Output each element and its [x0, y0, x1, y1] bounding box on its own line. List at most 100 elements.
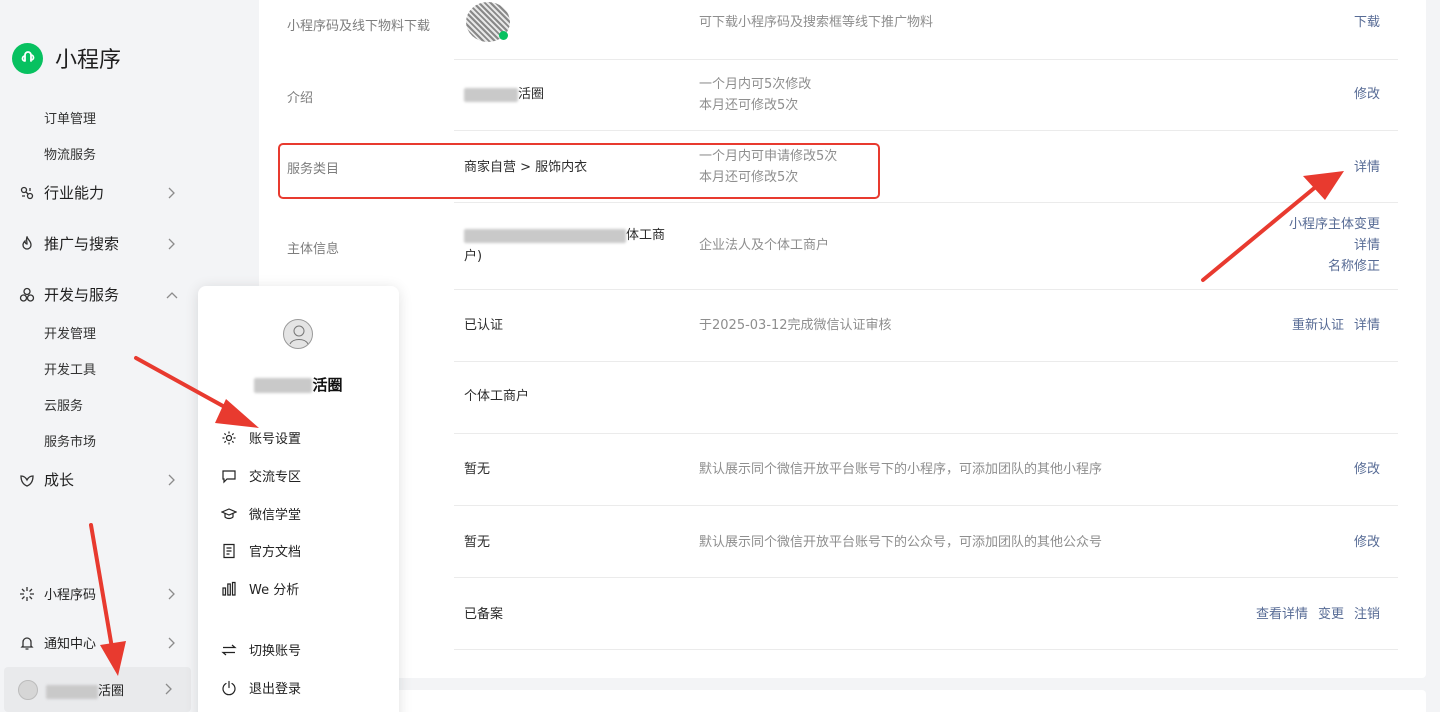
bar-chart-icon	[220, 580, 237, 597]
row-related-official-accounts: 暂无 默认展示同个微信开放平台账号下的公众号，可添加团队的其他公众号 修改	[259, 506, 1426, 577]
row-certification: 已认证 于2025-03-12完成微信认证审核 重新认证 详情	[259, 290, 1426, 361]
row-subject-type: 个体工商户	[259, 362, 1426, 433]
account-switcher[interactable]: 活圈	[4, 667, 191, 712]
menu-item-label: We 分析	[249, 583, 300, 598]
avatar	[18, 679, 38, 700]
menu-item-docs[interactable]: 官方文档	[220, 541, 301, 560]
graduation-cap-icon	[220, 505, 237, 522]
sidebar-group-growth[interactable]: 成长	[18, 469, 178, 490]
certification-detail-link[interactable]: 详情	[1354, 318, 1380, 333]
sidebar-group-industry[interactable]: 行业能力	[18, 182, 178, 203]
sidebar-item-order-management[interactable]: 订单管理	[44, 108, 96, 127]
secondary-card	[259, 690, 1426, 712]
chat-icon	[220, 467, 237, 484]
row-label: 主体信息	[287, 242, 340, 257]
certification-actions: 重新认证 详情	[1282, 315, 1380, 336]
subject-desc: 企业法人及个体工商户	[699, 238, 830, 253]
row-label: 小程序码及线下物料下载	[287, 19, 431, 34]
sidebar-item-miniprogram-code[interactable]: 小程序码	[18, 584, 178, 603]
chevron-up-icon	[166, 289, 178, 301]
avatar	[283, 319, 313, 349]
subject-value: 体工商 户)	[464, 228, 666, 264]
name-correction-link[interactable]: 名称修正	[1289, 256, 1380, 277]
download-link[interactable]: 下载	[1354, 12, 1380, 33]
app-title: 小程序	[55, 48, 122, 73]
filing-change-link[interactable]: 变更	[1318, 607, 1344, 622]
certification-value: 已认证	[464, 318, 504, 333]
sidebar-item-logistics[interactable]: 物流服务	[44, 144, 96, 163]
subject-actions: 小程序主体变更 详情 名称修正	[1289, 214, 1380, 277]
account-popup-menu: 活圈 账号设置 交流专区 微信学堂 官方文档 We 分析 切换账号 退出登录	[198, 286, 399, 712]
qrcode-badge-icon	[499, 31, 508, 40]
sidebar-item-label: 通知中心	[44, 637, 97, 652]
chevron-right-icon	[166, 637, 178, 649]
dev-service-icon	[18, 286, 36, 304]
row-qrcode: 小程序码及线下物料下载 可下载小程序码及搜索框等线下推广物料 下载	[259, 0, 1426, 59]
certification-desc: 于2025-03-12完成微信认证审核	[699, 318, 892, 333]
chevron-right-icon	[166, 238, 178, 250]
menu-item-label: 退出登录	[249, 682, 302, 697]
bell-icon	[18, 634, 36, 652]
sidebar-group-label: 开发与服务	[44, 286, 120, 304]
filing-actions: 查看详情 变更 注销	[1246, 604, 1380, 625]
sidebar-group-label: 推广与搜索	[44, 235, 120, 253]
filing-cancel-link[interactable]: 注销	[1354, 607, 1380, 622]
menu-item-account-settings[interactable]: 账号设置	[220, 428, 301, 447]
menu-item-logout[interactable]: 退出登录	[220, 678, 301, 697]
intro-desc: 一个月内可5次修改 本月还可修改5次	[699, 77, 812, 113]
related-miniprograms-edit-link[interactable]: 修改	[1354, 459, 1380, 480]
miniprogram-logo-icon	[12, 42, 43, 74]
filing-value: 已备案	[464, 607, 504, 622]
menu-item-label: 交流专区	[249, 470, 302, 485]
subject-type-value: 个体工商户	[464, 389, 530, 404]
related-official-accounts-desc: 默认展示同个微信开放平台账号下的公众号，可添加团队的其他公众号	[699, 535, 1103, 550]
growth-icon	[18, 471, 36, 489]
recertify-link[interactable]: 重新认证	[1292, 318, 1344, 333]
category-detail-link[interactable]: 详情	[1354, 157, 1380, 178]
row-label: 介绍	[287, 91, 314, 106]
intro-value: 活圈	[464, 84, 694, 105]
popup-account-name: 活圈	[198, 374, 399, 395]
sidebar-group-label: 成长	[44, 471, 75, 489]
related-miniprograms-desc: 默认展示同个微信开放平台账号下的小程序，可添加团队的其他小程序	[699, 462, 1103, 477]
menu-item-community[interactable]: 交流专区	[220, 466, 301, 485]
sidebar-item-dev-tools[interactable]: 开发工具	[44, 359, 96, 378]
subject-detail-link[interactable]: 详情	[1289, 235, 1380, 256]
sidebar-group-promotion[interactable]: 推广与搜索	[18, 233, 178, 254]
sidebar-item-service-market[interactable]: 服务市场	[44, 431, 96, 450]
chevron-right-icon	[166, 187, 178, 199]
sparkle-icon	[18, 585, 36, 603]
sidebar-item-dev-management[interactable]: 开发管理	[44, 323, 96, 342]
power-icon	[220, 679, 237, 696]
gear-icon	[220, 429, 237, 446]
sidebar-group-label: 行业能力	[44, 184, 105, 202]
account-name: 活圈	[46, 680, 165, 699]
menu-item-academy[interactable]: 微信学堂	[220, 504, 301, 523]
sidebar-item-label: 小程序码	[44, 588, 97, 603]
settings-card: 小程序码及线下物料下载 可下载小程序码及搜索框等线下推广物料 下载 介绍 活圈 …	[259, 0, 1426, 678]
intro-edit-link[interactable]: 修改	[1354, 84, 1380, 105]
sidebar-group-dev-service[interactable]: 开发与服务	[18, 284, 178, 305]
row-desc: 可下载小程序码及搜索框等线下推广物料	[699, 15, 934, 30]
row-filing: 已备案 查看详情 变更 注销	[259, 578, 1426, 649]
row-related-miniprograms: 暂无 默认展示同个微信开放平台账号下的小程序，可添加团队的其他小程序 修改	[259, 434, 1426, 505]
filing-detail-link[interactable]: 查看详情	[1256, 607, 1308, 622]
menu-item-we-analysis[interactable]: We 分析	[220, 579, 299, 598]
subject-change-link[interactable]: 小程序主体变更	[1289, 214, 1380, 235]
sidebar: 小程序 订单管理 物流服务 行业能力 推广与搜索 开发与服务 开发管理 开发工具…	[0, 0, 192, 712]
menu-item-label: 微信学堂	[249, 508, 302, 523]
industry-icon	[18, 184, 36, 202]
divider	[454, 649, 1398, 650]
chevron-right-icon	[165, 680, 173, 699]
row-intro: 介绍 活圈 一个月内可5次修改 本月还可修改5次 修改	[259, 60, 1426, 130]
sidebar-item-cloud-service[interactable]: 云服务	[44, 395, 83, 414]
row-subject-info: 主体信息 体工商 户) 企业法人及个体工商户 小程序主体变更 详情 名称修正	[259, 203, 1426, 289]
highlight-box	[278, 143, 880, 199]
menu-item-label: 官方文档	[249, 545, 302, 560]
related-official-accounts-edit-link[interactable]: 修改	[1354, 532, 1380, 553]
logo[interactable]: 小程序	[12, 42, 121, 74]
menu-item-switch-account[interactable]: 切换账号	[220, 640, 301, 659]
sidebar-item-notifications[interactable]: 通知中心	[18, 633, 178, 652]
switch-icon	[220, 641, 237, 658]
flame-icon	[18, 235, 36, 253]
